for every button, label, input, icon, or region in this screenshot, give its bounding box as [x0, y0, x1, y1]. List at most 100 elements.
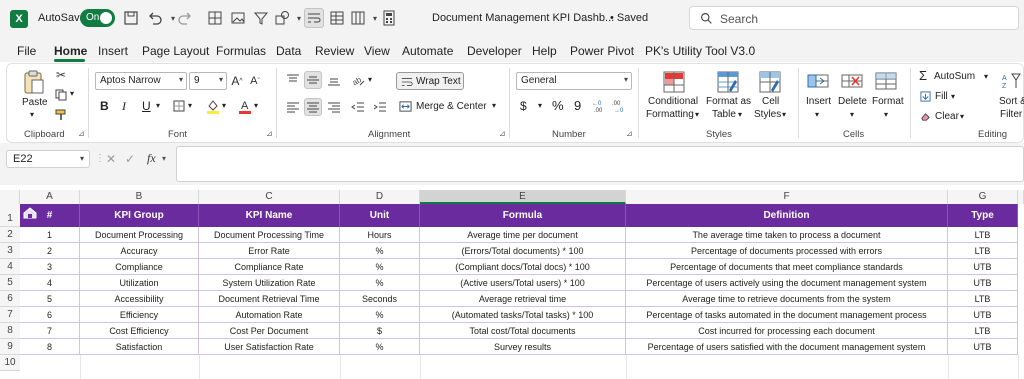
- copy-icon[interactable]: [54, 88, 68, 102]
- cell-styles-icon[interactable]: [758, 70, 782, 94]
- row-header[interactable]: 6: [0, 291, 20, 307]
- cell-unit[interactable]: $: [340, 323, 420, 339]
- tab-automate[interactable]: Automate: [402, 44, 453, 58]
- row-header[interactable]: 5: [0, 275, 20, 291]
- row-header[interactable]: 1: [0, 204, 20, 227]
- percent-button[interactable]: %: [552, 98, 564, 113]
- format-painter-icon[interactable]: [54, 108, 68, 122]
- calculator-icon[interactable]: [380, 9, 398, 27]
- column-header-c[interactable]: C: [199, 190, 340, 204]
- bold-button[interactable]: B: [100, 99, 109, 113]
- cell-kpi-group[interactable]: Accuracy: [80, 243, 199, 259]
- conditional-formatting-icon[interactable]: [662, 70, 686, 94]
- insert-label[interactable]: Insert: [806, 96, 831, 107]
- clipboard-launcher-icon[interactable]: ⊿: [78, 129, 85, 138]
- conditional-dropdown-icon[interactable]: ▾: [695, 110, 699, 119]
- clear-label[interactable]: Clear: [935, 111, 959, 122]
- table-dropdown-icon[interactable]: ▾: [738, 110, 742, 119]
- cell-kpi-group[interactable]: Accessibility: [80, 291, 199, 307]
- number-launcher-icon[interactable]: ⊿: [626, 129, 633, 138]
- cell-formula[interactable]: Average retrieval time: [420, 291, 626, 307]
- merge-center-label[interactable]: Merge & Center: [416, 101, 487, 112]
- cell-formula[interactable]: (Automated tasks/Total tasks) * 100: [420, 307, 626, 323]
- tab-developer[interactable]: Developer: [467, 44, 522, 58]
- header-cell-type[interactable]: Type: [948, 204, 1018, 227]
- sort-filter-icon[interactable]: AZ: [1000, 70, 1022, 92]
- cell-number[interactable]: 1: [20, 227, 80, 243]
- cell-number[interactable]: 2: [20, 243, 80, 259]
- font-launcher-icon[interactable]: ⊿: [266, 129, 273, 138]
- insert-dropdown-icon[interactable]: ▾: [815, 110, 819, 119]
- formatting-label[interactable]: Formatting: [646, 109, 694, 120]
- cell-type[interactable]: LTB: [948, 291, 1018, 307]
- column-header-h[interactable]: [1018, 190, 1024, 204]
- tab-utility-tool[interactable]: PK's Utility Tool V3.0: [645, 44, 755, 58]
- cell-kpi-name[interactable]: Automation Rate: [199, 307, 340, 323]
- cell-formula[interactable]: (Compliant docs/Total docs) * 100: [420, 259, 626, 275]
- cell-kpi-group[interactable]: Document Processing: [80, 227, 199, 243]
- row-header[interactable]: 10: [0, 355, 20, 371]
- tab-insert[interactable]: Insert: [98, 44, 128, 58]
- align-left-icon[interactable]: [285, 99, 301, 115]
- tab-power-pivot[interactable]: Power Pivot: [570, 44, 634, 58]
- cell-kpi-name[interactable]: System Utilization Rate: [199, 275, 340, 291]
- enter-icon[interactable]: ✓: [125, 152, 135, 166]
- cell-unit[interactable]: %: [340, 339, 420, 355]
- tab-view[interactable]: View: [364, 44, 390, 58]
- cell-unit[interactable]: Seconds: [340, 291, 420, 307]
- tab-formulas[interactable]: Formulas: [216, 44, 266, 58]
- paste-dropdown-icon[interactable]: ▾: [30, 110, 34, 119]
- cell-unit[interactable]: %: [340, 307, 420, 323]
- format-dropdown-icon[interactable]: ▾: [884, 110, 888, 119]
- sort-label[interactable]: Sort &: [999, 96, 1024, 107]
- cell-type[interactable]: LTB: [948, 243, 1018, 259]
- select-all-corner[interactable]: [0, 190, 20, 204]
- cell-definition[interactable]: Percentage of users actively using the d…: [626, 275, 948, 291]
- cell-number[interactable]: 3: [20, 259, 80, 275]
- column-header-e[interactable]: E: [420, 190, 626, 204]
- align-middle-icon[interactable]: [304, 71, 322, 89]
- save-status[interactable]: • Saved: [610, 12, 648, 24]
- save-icon[interactable]: [122, 9, 140, 27]
- name-box[interactable]: E22 ▾: [6, 150, 90, 168]
- cell-number[interactable]: 4: [20, 275, 80, 291]
- cell-styles-label[interactable]: Styles: [754, 109, 781, 120]
- cancel-icon[interactable]: ✕: [106, 152, 116, 166]
- cell-kpi-name[interactable]: Compliance Rate: [199, 259, 340, 275]
- cell-definition[interactable]: Average time to retrieve documents from …: [626, 291, 948, 307]
- cell-number[interactable]: 5: [20, 291, 80, 307]
- cell-number[interactable]: 6: [20, 307, 80, 323]
- underline-dropdown-icon[interactable]: ▾: [156, 101, 160, 110]
- redo-icon[interactable]: [176, 9, 194, 27]
- column-header-f[interactable]: F: [626, 190, 948, 204]
- fill-color-dropdown-icon[interactable]: ▾: [222, 101, 226, 110]
- wrap-quick-icon[interactable]: [304, 8, 324, 28]
- row-header[interactable]: 7: [0, 307, 20, 323]
- cell-kpi-group[interactable]: Satisfaction: [80, 339, 199, 355]
- cell-kpi-name[interactable]: Error Rate: [199, 243, 340, 259]
- increase-indent-icon[interactable]: [372, 99, 388, 115]
- cell-formula[interactable]: Survey results: [420, 339, 626, 355]
- wrap-text-button[interactable]: Wrap Text: [396, 72, 464, 90]
- merge-center-icon[interactable]: [398, 99, 412, 113]
- cut-icon[interactable]: ✂: [54, 68, 68, 82]
- format-label[interactable]: Format: [872, 96, 904, 107]
- font-color-dropdown-icon[interactable]: ▾: [254, 101, 258, 110]
- autosave-toggle[interactable]: On: [80, 9, 115, 27]
- cell-number[interactable]: 7: [20, 323, 80, 339]
- cell-kpi-group[interactable]: Efficiency: [80, 307, 199, 323]
- cell-kpi-name[interactable]: User Satisfaction Rate: [199, 339, 340, 355]
- cell-definition[interactable]: Cost incurred for processing each docume…: [626, 323, 948, 339]
- cell-formula[interactable]: Average time per document: [420, 227, 626, 243]
- align-bottom-icon[interactable]: [326, 72, 342, 88]
- comma-button[interactable]: 9: [574, 98, 581, 113]
- borders-icon[interactable]: [172, 99, 186, 113]
- cell-unit[interactable]: %: [340, 243, 420, 259]
- cell-unit[interactable]: %: [340, 259, 420, 275]
- autosum-icon[interactable]: Σ: [919, 68, 927, 83]
- insert-function-button[interactable]: fx: [147, 151, 156, 166]
- header-cell-kpi-name[interactable]: KPI Name: [199, 204, 340, 227]
- column-header-g[interactable]: G: [948, 190, 1018, 204]
- font-size-select[interactable]: 9 ▾: [189, 72, 227, 90]
- font-color-icon[interactable]: A: [238, 98, 252, 114]
